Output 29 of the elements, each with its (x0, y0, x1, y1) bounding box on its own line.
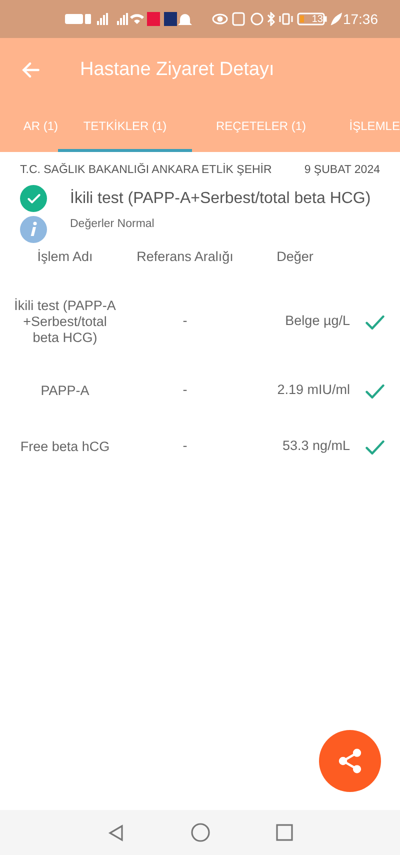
table-cell-text: Free beta hCG (19, 438, 111, 454)
share-icon (336, 747, 364, 775)
test-title: İkili test (PAPP-A+Serbest/total beta HCG) (70, 188, 371, 209)
battery-level: 13 (312, 12, 323, 26)
hospital-name: T.C. SAĞLIK BAKANLIĞI ANKARA ETLİK ŞEHİR (20, 162, 272, 178)
tab[interactable]: REÇETELER (1) (192, 102, 330, 152)
info-icon (20, 216, 47, 244)
table-cell-text: 53.3 ng/mL (282, 437, 350, 456)
column-header: İşlem Adı (37, 248, 93, 266)
table-cell-text: Belge µg/L (285, 312, 350, 330)
tab[interactable]: TETKİKLER (1) (58, 102, 192, 152)
table-cell-text: - (182, 312, 188, 330)
table-cell-text: 2.19 mIU/ml (277, 381, 350, 400)
column-header: Değer (276, 248, 314, 266)
tab[interactable]: İŞLEMLE (330, 102, 400, 152)
table-cell-text: İkili test (PAPP-A +Serbest/total beta HCG) (13, 298, 117, 346)
table-cell-text: PAPP-A (40, 382, 90, 398)
table-cell-text: - (182, 381, 188, 400)
tab[interactable]: AR (1) (0, 102, 58, 152)
screen-title: Hastane Ziyaret Detayı (80, 58, 274, 82)
clock: 17:36 (342, 10, 378, 28)
status-note: Değerler Normal (70, 217, 154, 232)
report-date: 9 ŞUBAT 2024 (304, 163, 380, 178)
home-nav-icon[interactable] (191, 823, 210, 842)
recents-nav-icon[interactable] (276, 824, 293, 841)
back-nav-icon[interactable] (107, 824, 125, 842)
column-header: Referans Aralığı (136, 248, 234, 266)
success-icon (20, 185, 47, 212)
table-cell-text: - (182, 437, 188, 456)
